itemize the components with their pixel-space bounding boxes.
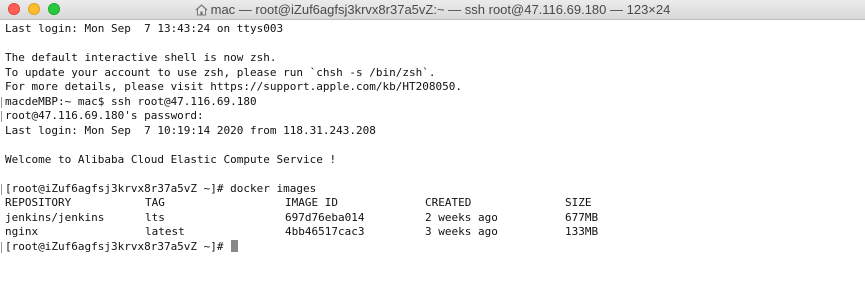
docker-command-text: [root@iZuf6agfsj3krvx8r37a5vZ ~]# docker…	[5, 181, 317, 195]
table-header-row: REPOSITORY TAG IMAGE ID CREATED SIZE	[5, 196, 865, 211]
table-row: nginx latest 4bb46517cac3 3 weeks ago 13…	[5, 225, 865, 240]
cell-created: 2 weeks ago	[425, 210, 498, 224]
password-prompt-line: root@47.116.69.180's password:	[1, 109, 865, 124]
cell-created: 3 weeks ago	[425, 225, 498, 238]
header-size: SIZE	[565, 196, 592, 209]
final-prompt-text: [root@iZuf6agfsj3krvx8r37a5vZ ~]#	[5, 239, 231, 253]
zsh-details-line: For more details, please visit https://s…	[5, 80, 462, 93]
prompt-mark	[1, 241, 2, 253]
prompt-mark	[1, 111, 2, 122]
home-folder-icon	[195, 4, 208, 19]
window-title: mac — root@iZuf6agfsj3krvx8r37a5vZ:~ — s…	[0, 2, 865, 19]
cell-image-id: 697d76eba014	[285, 210, 365, 224]
prompt-mark	[1, 96, 2, 108]
header-tag: TAG	[145, 196, 165, 209]
cell-image-id: 4bb46517cac3	[285, 225, 365, 238]
cell-repository: nginx	[5, 225, 39, 238]
terminal-output[interactable]: Last login: Mon Sep 7 13:43:24 on ttys00…	[1, 22, 865, 255]
table-row: jenkins/jenkins lts 697d76eba014 2 weeks…	[5, 211, 865, 226]
window-title-text: mac — root@iZuf6agfsj3krvx8r37a5vZ:~ — s…	[210, 2, 671, 17]
header-repository: REPOSITORY	[5, 196, 72, 209]
text-cursor	[231, 239, 239, 252]
last-login-local-line: Last login: Mon Sep 7 13:43:24 on ttys00…	[5, 22, 284, 35]
final-prompt-line[interactable]: [root@iZuf6agfsj3krvx8r37a5vZ ~]#	[1, 239, 865, 255]
welcome-line: Welcome to Alibaba Cloud Elastic Compute…	[5, 152, 337, 166]
ssh-command-line: macdeMBP:~ mac$ ssh root@47.116.69.180	[1, 94, 865, 110]
ssh-command-text: macdeMBP:~ mac$ ssh root@47.116.69.180	[5, 94, 257, 108]
cell-size: 133MB	[565, 225, 599, 238]
last-login-remote-line: Last login: Mon Sep 7 10:19:14 2020 from…	[5, 123, 376, 137]
cell-size: 677MB	[565, 210, 599, 224]
prompt-mark	[1, 183, 2, 195]
docker-command-line: [root@iZuf6agfsj3krvx8r37a5vZ ~]# docker…	[1, 181, 865, 197]
cell-repository: jenkins/jenkins	[5, 210, 105, 224]
zsh-notice-line: The default interactive shell is now zsh…	[5, 51, 277, 64]
cell-tag: latest	[145, 225, 185, 238]
cell-tag: lts	[145, 210, 165, 224]
header-image-id: IMAGE ID	[285, 196, 338, 209]
header-created: CREATED	[425, 196, 472, 209]
password-prompt-text: root@47.116.69.180's password:	[5, 109, 204, 122]
title-bar: mac — root@iZuf6agfsj3krvx8r37a5vZ:~ — s…	[0, 0, 865, 20]
terminal-window: mac — root@iZuf6agfsj3krvx8r37a5vZ:~ — s…	[0, 0, 865, 287]
zsh-update-line: To update your account to use zsh, pleas…	[5, 65, 436, 79]
